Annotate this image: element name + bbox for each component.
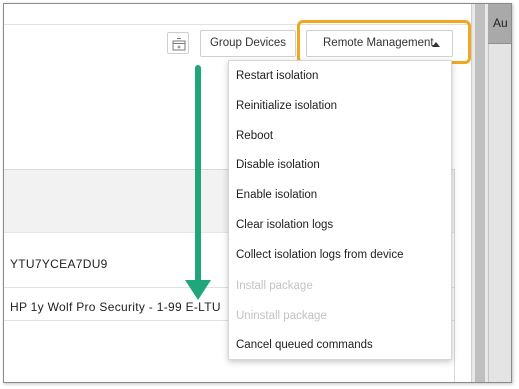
- caret-up-icon: [432, 42, 440, 47]
- add-to-group-button[interactable]: [167, 32, 189, 54]
- remote-management-button[interactable]: Remote Management: [306, 30, 453, 57]
- table-border: [454, 169, 455, 382]
- menu-item-reboot[interactable]: Reboot: [236, 130, 273, 142]
- menu-item-restart-isolation[interactable]: Restart isolation: [236, 70, 318, 82]
- menu-item-uninstall-package: Uninstall package: [236, 310, 327, 322]
- group-devices-button[interactable]: Group Devices: [200, 30, 296, 57]
- toolbar-divider: [4, 24, 471, 25]
- menu-item-cancel-queued-commands[interactable]: Cancel queued commands: [236, 339, 373, 351]
- table-row-license: HP 1y Wolf Pro Security - 1-99 E-LTU: [10, 300, 221, 314]
- side-panel: [488, 4, 511, 382]
- menu-item-enable-isolation[interactable]: Enable isolation: [236, 189, 317, 201]
- menu-item-reinitialize-isolation[interactable]: Reinitialize isolation: [236, 100, 337, 112]
- scrollbar-thumb[interactable]: [475, 4, 485, 382]
- device-list-view: YTU7YCEA7DU9 HP 1y Wolf Pro Security - 1…: [4, 4, 471, 382]
- remote-management-menu: Restart isolation Reinitialize isolation…: [228, 60, 452, 360]
- add-to-group-icon: [172, 38, 186, 51]
- table-row-device-id: YTU7YCEA7DU9: [10, 257, 108, 271]
- remote-management-label: Remote Management: [323, 37, 434, 49]
- menu-item-clear-isolation-logs[interactable]: Clear isolation logs: [236, 219, 333, 231]
- screenshot-frame: YTU7YCEA7DU9 HP 1y Wolf Pro Security - 1…: [3, 3, 512, 383]
- menu-item-disable-isolation[interactable]: Disable isolation: [236, 159, 320, 171]
- menu-item-collect-isolation-logs[interactable]: Collect isolation logs from device: [236, 249, 403, 261]
- side-panel-label: Au: [493, 16, 508, 30]
- menu-item-install-package: Install package: [236, 280, 313, 292]
